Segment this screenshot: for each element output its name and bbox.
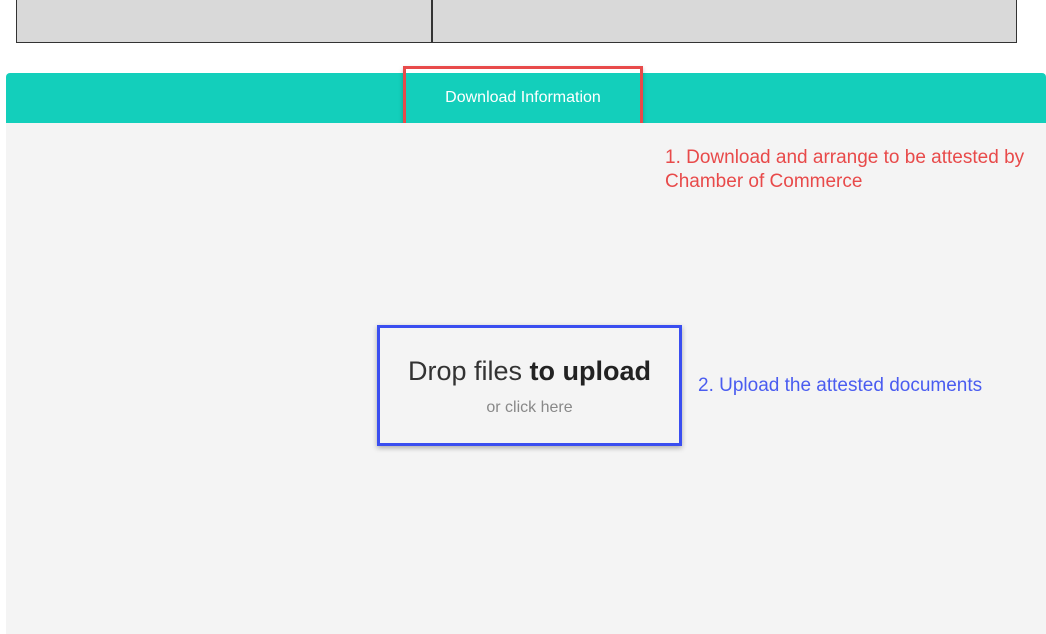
top-table-row [16,0,1017,43]
table-cell [433,0,1016,42]
step1-annotation: 1. Download and arrange to be attested b… [665,147,1025,192]
upload-dropzone[interactable]: Drop files to upload or click here [377,325,682,446]
step2-annotation: 2. Upload the attested documents [698,375,983,396]
page: Download Information 1. Download and arr… [0,0,1046,634]
upload-title-prefix: Drop files [407,356,530,386]
table-cell [17,0,433,42]
upload-title: Drop files to upload [408,356,651,387]
upload-title-emphasis: to upload [529,356,652,386]
upload-subtitle[interactable]: or click here [486,399,572,417]
download-button-label: Download Information [445,89,601,106]
